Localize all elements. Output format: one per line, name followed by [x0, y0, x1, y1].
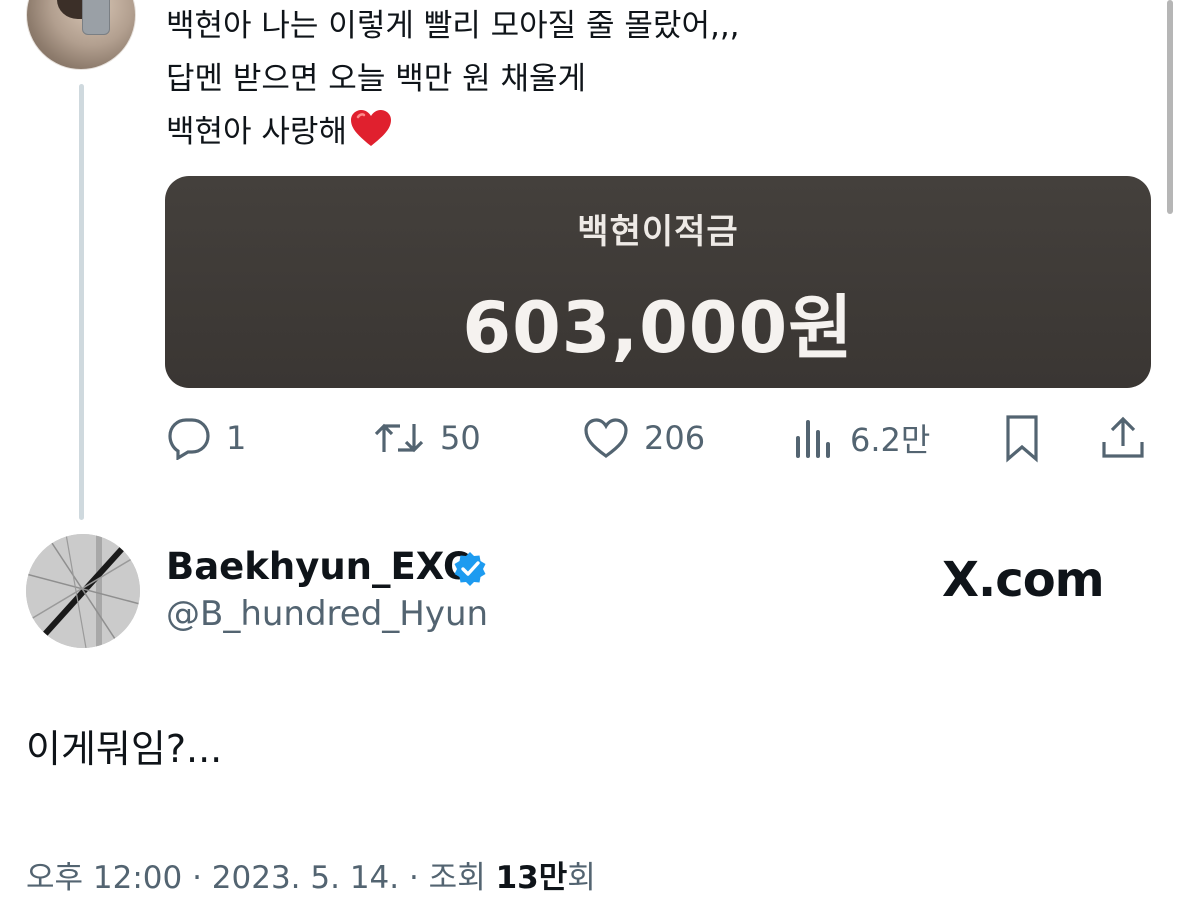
- views-suffix: 회: [567, 860, 596, 896]
- avatar-art-icon: [26, 534, 140, 648]
- like-count: 206: [644, 419, 706, 457]
- verified-badge-icon: [454, 552, 486, 586]
- reply-button[interactable]: 1: [166, 410, 246, 466]
- timestamp[interactable]: 오후 12:00 · 2023. 5. 14. · 조회: [26, 860, 496, 896]
- views-button[interactable]: 6.2만: [792, 410, 930, 466]
- share-button[interactable]: [1100, 410, 1146, 466]
- red-heart-icon: [350, 110, 391, 146]
- reply-tweet-text: 이게뭐임?...: [26, 727, 223, 771]
- analytics-icon: [796, 420, 830, 458]
- avatar[interactable]: [26, 0, 136, 70]
- savings-card-amount: 603,000원: [462, 287, 854, 369]
- retweet-icon: [374, 423, 424, 453]
- tweet-line-3: 백현아 사랑해: [166, 106, 740, 159]
- savings-card[interactable]: 백현이적금 603,000원: [165, 176, 1151, 388]
- watermark-text: X.com: [942, 552, 1105, 608]
- views-number: 13만: [495, 860, 568, 896]
- bookmark-button[interactable]: [1000, 410, 1044, 466]
- reply-count: 1: [226, 419, 247, 457]
- tweet-line-1: 백현아 나는 이렇게 빨리 모아질 줄 몰랐어,,,: [166, 8, 740, 44]
- thread-line: [79, 84, 84, 520]
- reply-author-name[interactable]: Baekhyun_EXO: [166, 545, 474, 588]
- savings-card-title: 백현이적금: [577, 212, 739, 252]
- bookmark-icon: [1006, 415, 1038, 463]
- tweet-text: 백현아 나는 이렇게 빨리 모아질 줄 몰랐어,,, 답멘 받으면 오늘 백만 …: [166, 0, 740, 159]
- heart-icon: [584, 418, 628, 458]
- tweet-action-bar: 1 50 206 6.2만: [166, 410, 1156, 466]
- retweet-count: 50: [440, 419, 481, 457]
- like-button[interactable]: 206: [582, 410, 705, 466]
- retweet-button[interactable]: 50: [372, 410, 481, 466]
- x-com-watermark: X.com: [942, 552, 1105, 608]
- tweet-timestamp-line: 오후 12:00 · 2023. 5. 14. · 조회 13만회: [26, 852, 596, 897]
- avatar[interactable]: [26, 534, 140, 648]
- share-icon: [1102, 416, 1144, 458]
- scrollbar[interactable]: [1167, 0, 1173, 214]
- views-count: 6.2만: [850, 421, 931, 459]
- reply-icon: [168, 418, 210, 460]
- reply-author-handle[interactable]: @B_hundred_Hyun: [166, 594, 488, 634]
- tweet-line-2: 답멘 받으면 오늘 백만 원 채울게: [166, 61, 587, 97]
